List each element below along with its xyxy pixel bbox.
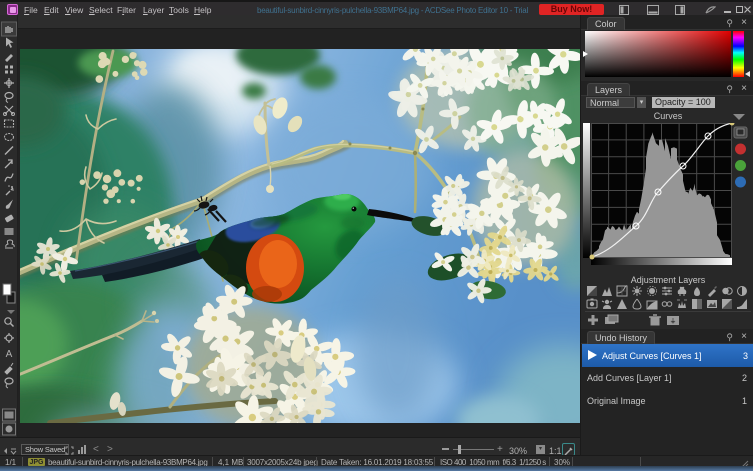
- svg-text:A: A: [6, 349, 13, 360]
